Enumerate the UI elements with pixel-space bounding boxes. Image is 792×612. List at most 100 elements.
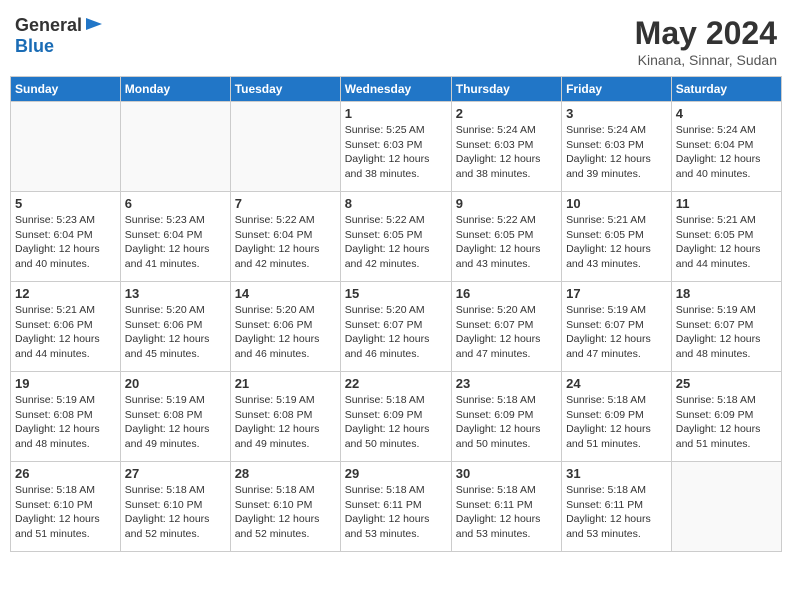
calendar-header-row: SundayMondayTuesdayWednesdayThursdayFrid…: [11, 77, 782, 102]
logo-text-block: General Blue: [15, 15, 104, 57]
day-number: 9: [456, 196, 557, 211]
day-info: Sunrise: 5:25 AM Sunset: 6:03 PM Dayligh…: [345, 123, 447, 182]
day-info: Sunrise: 5:18 AM Sunset: 6:11 PM Dayligh…: [345, 483, 447, 542]
day-info: Sunrise: 5:20 AM Sunset: 6:07 PM Dayligh…: [456, 303, 557, 362]
day-info: Sunrise: 5:20 AM Sunset: 6:07 PM Dayligh…: [345, 303, 447, 362]
day-info: Sunrise: 5:23 AM Sunset: 6:04 PM Dayligh…: [15, 213, 116, 272]
day-number: 7: [235, 196, 336, 211]
day-number: 30: [456, 466, 557, 481]
calendar-cell: 27 Sunrise: 5:18 AM Sunset: 6:10 PM Dayli…: [120, 462, 230, 552]
title-block: May 2024 Kinana, Sinnar, Sudan: [635, 15, 777, 68]
day-info: Sunrise: 5:21 AM Sunset: 6:05 PM Dayligh…: [676, 213, 777, 272]
day-info: Sunrise: 5:19 AM Sunset: 6:08 PM Dayligh…: [235, 393, 336, 452]
day-info: Sunrise: 5:18 AM Sunset: 6:10 PM Dayligh…: [235, 483, 336, 542]
week-row-2: 5 Sunrise: 5:23 AM Sunset: 6:04 PM Daylig…: [11, 192, 782, 282]
day-number: 22: [345, 376, 447, 391]
calendar-cell: 8 Sunrise: 5:22 AM Sunset: 6:05 PM Daylig…: [340, 192, 451, 282]
calendar-cell: [671, 462, 781, 552]
calendar-cell: 5 Sunrise: 5:23 AM Sunset: 6:04 PM Daylig…: [11, 192, 121, 282]
calendar-cell: 23 Sunrise: 5:18 AM Sunset: 6:09 PM Dayli…: [451, 372, 561, 462]
day-number: 24: [566, 376, 667, 391]
day-info: Sunrise: 5:21 AM Sunset: 6:06 PM Dayligh…: [15, 303, 116, 362]
day-info: Sunrise: 5:19 AM Sunset: 6:07 PM Dayligh…: [676, 303, 777, 362]
day-info: Sunrise: 5:18 AM Sunset: 6:09 PM Dayligh…: [456, 393, 557, 452]
page-header: General Blue May 2024 Kinana, Sinnar, Su…: [10, 10, 782, 68]
day-number: 20: [125, 376, 226, 391]
calendar-cell: 4Sunrise: 5:24 AM Sunset: 6:04 PM Daylig…: [671, 102, 781, 192]
calendar-cell: 18Sunrise: 5:19 AM Sunset: 6:07 PM Dayli…: [671, 282, 781, 372]
calendar-cell: [230, 102, 340, 192]
day-info: Sunrise: 5:22 AM Sunset: 6:05 PM Dayligh…: [345, 213, 447, 272]
week-row-1: 1Sunrise: 5:25 AM Sunset: 6:03 PM Daylig…: [11, 102, 782, 192]
day-number: 11: [676, 196, 777, 211]
day-info: Sunrise: 5:24 AM Sunset: 6:04 PM Dayligh…: [676, 123, 777, 182]
day-number: 25: [676, 376, 777, 391]
week-row-5: 26 Sunrise: 5:18 AM Sunset: 6:10 PM Dayli…: [11, 462, 782, 552]
day-info: Sunrise: 5:18 AM Sunset: 6:09 PM Dayligh…: [345, 393, 447, 452]
week-row-3: 12Sunrise: 5:21 AM Sunset: 6:06 PM Dayli…: [11, 282, 782, 372]
logo-blue: Blue: [15, 36, 54, 56]
day-number: 29: [345, 466, 447, 481]
calendar-cell: 13 Sunrise: 5:20 AM Sunset: 6:06 PM Dayli…: [120, 282, 230, 372]
day-info: Sunrise: 5:18 AM Sunset: 6:10 PM Dayligh…: [15, 483, 116, 542]
day-info: Sunrise: 5:18 AM Sunset: 6:10 PM Dayligh…: [125, 483, 226, 542]
day-info: Sunrise: 5:22 AM Sunset: 6:04 PM Dayligh…: [235, 213, 336, 272]
calendar-cell: 7 Sunrise: 5:22 AM Sunset: 6:04 PM Daylig…: [230, 192, 340, 282]
day-number: 5: [15, 196, 116, 211]
col-header-wednesday: Wednesday: [340, 77, 451, 102]
day-number: 27: [125, 466, 226, 481]
calendar-cell: 19 Sunrise: 5:19 AM Sunset: 6:08 PM Dayli…: [11, 372, 121, 462]
calendar-cell: 24 Sunrise: 5:18 AM Sunset: 6:09 PM Dayli…: [562, 372, 672, 462]
day-number: 3: [566, 106, 667, 121]
calendar-cell: 15Sunrise: 5:20 AM Sunset: 6:07 PM Dayli…: [340, 282, 451, 372]
day-info: Sunrise: 5:18 AM Sunset: 6:11 PM Dayligh…: [566, 483, 667, 542]
calendar-cell: 16 Sunrise: 5:20 AM Sunset: 6:07 PM Dayli…: [451, 282, 561, 372]
day-number: 21: [235, 376, 336, 391]
calendar-cell: 20 Sunrise: 5:19 AM Sunset: 6:08 PM Dayli…: [120, 372, 230, 462]
month-year-title: May 2024: [635, 15, 777, 52]
day-info: Sunrise: 5:19 AM Sunset: 6:08 PM Dayligh…: [15, 393, 116, 452]
col-header-monday: Monday: [120, 77, 230, 102]
day-number: 16: [456, 286, 557, 301]
calendar-cell: 2Sunrise: 5:24 AM Sunset: 6:03 PM Daylig…: [451, 102, 561, 192]
day-number: 10: [566, 196, 667, 211]
day-info: Sunrise: 5:18 AM Sunset: 6:09 PM Dayligh…: [676, 393, 777, 452]
calendar-cell: 3Sunrise: 5:24 AM Sunset: 6:03 PM Daylig…: [562, 102, 672, 192]
day-info: Sunrise: 5:23 AM Sunset: 6:04 PM Dayligh…: [125, 213, 226, 272]
day-info: Sunrise: 5:18 AM Sunset: 6:09 PM Dayligh…: [566, 393, 667, 452]
day-info: Sunrise: 5:19 AM Sunset: 6:08 PM Dayligh…: [125, 393, 226, 452]
calendar-cell: 1Sunrise: 5:25 AM Sunset: 6:03 PM Daylig…: [340, 102, 451, 192]
calendar-cell: 10 Sunrise: 5:21 AM Sunset: 6:05 PM Dayli…: [562, 192, 672, 282]
calendar-cell: 30 Sunrise: 5:18 AM Sunset: 6:11 PM Dayli…: [451, 462, 561, 552]
day-number: 17: [566, 286, 667, 301]
week-row-4: 19 Sunrise: 5:19 AM Sunset: 6:08 PM Dayli…: [11, 372, 782, 462]
calendar-cell: 31 Sunrise: 5:18 AM Sunset: 6:11 PM Dayli…: [562, 462, 672, 552]
day-info: Sunrise: 5:22 AM Sunset: 6:05 PM Dayligh…: [456, 213, 557, 272]
calendar-cell: 9 Sunrise: 5:22 AM Sunset: 6:05 PM Daylig…: [451, 192, 561, 282]
calendar-table: SundayMondayTuesdayWednesdayThursdayFrid…: [10, 76, 782, 552]
calendar-cell: 11 Sunrise: 5:21 AM Sunset: 6:05 PM Dayli…: [671, 192, 781, 282]
day-number: 23: [456, 376, 557, 391]
day-number: 26: [15, 466, 116, 481]
day-number: 19: [15, 376, 116, 391]
calendar-cell: 22 Sunrise: 5:18 AM Sunset: 6:09 PM Dayli…: [340, 372, 451, 462]
calendar-cell: 17Sunrise: 5:19 AM Sunset: 6:07 PM Dayli…: [562, 282, 672, 372]
calendar-cell: 29 Sunrise: 5:18 AM Sunset: 6:11 PM Dayli…: [340, 462, 451, 552]
day-info: Sunrise: 5:20 AM Sunset: 6:06 PM Dayligh…: [125, 303, 226, 362]
calendar-cell: [120, 102, 230, 192]
calendar-cell: 26 Sunrise: 5:18 AM Sunset: 6:10 PM Dayli…: [11, 462, 121, 552]
day-info: Sunrise: 5:18 AM Sunset: 6:11 PM Dayligh…: [456, 483, 557, 542]
calendar-cell: 25 Sunrise: 5:18 AM Sunset: 6:09 PM Dayli…: [671, 372, 781, 462]
day-number: 31: [566, 466, 667, 481]
col-header-friday: Friday: [562, 77, 672, 102]
day-number: 13: [125, 286, 226, 301]
col-header-tuesday: Tuesday: [230, 77, 340, 102]
logo: General Blue: [15, 15, 104, 57]
day-number: 6: [125, 196, 226, 211]
calendar-cell: 12Sunrise: 5:21 AM Sunset: 6:06 PM Dayli…: [11, 282, 121, 372]
col-header-thursday: Thursday: [451, 77, 561, 102]
day-info: Sunrise: 5:21 AM Sunset: 6:05 PM Dayligh…: [566, 213, 667, 272]
day-number: 28: [235, 466, 336, 481]
day-info: Sunrise: 5:20 AM Sunset: 6:06 PM Dayligh…: [235, 303, 336, 362]
day-number: 8: [345, 196, 447, 211]
